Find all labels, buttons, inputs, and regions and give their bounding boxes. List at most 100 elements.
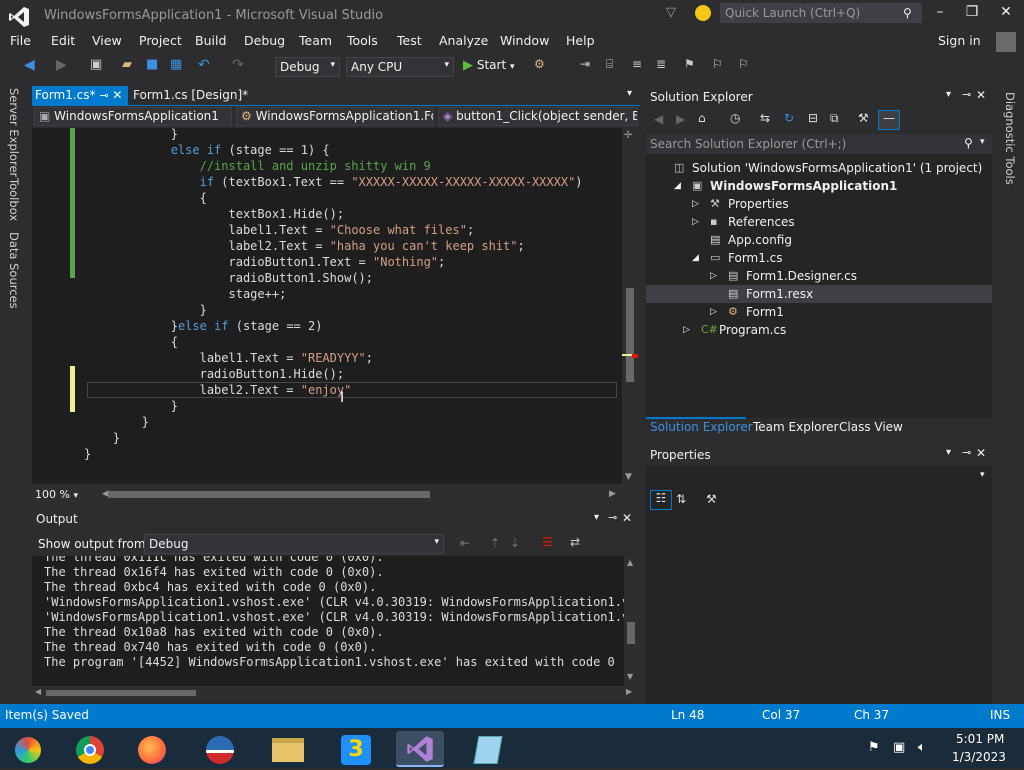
- solution-tree-item[interactable]: ◢ ▣ WindowsFormsApplication1: [646, 177, 992, 195]
- action-center-flag-icon[interactable]: ⚑: [868, 740, 880, 755]
- clear-all-icon[interactable]: ☰: [542, 535, 553, 549]
- volume-icon[interactable]: 🔈︎: [918, 740, 926, 755]
- close-tab-icon[interactable]: ✕: [112, 88, 122, 102]
- menu-test[interactable]: Test: [397, 33, 422, 48]
- expand-icon[interactable]: ▷: [710, 267, 717, 285]
- solution-tree-item[interactable]: ▤ App.config: [646, 231, 992, 249]
- step-into-icon[interactable]: ⇥: [580, 57, 600, 77]
- new-project-icon[interactable]: ▣: [90, 57, 110, 77]
- diagnostic-tools-tab[interactable]: Diagnostic Tools: [1003, 92, 1017, 185]
- restore-button[interactable]: ❐: [960, 4, 984, 26]
- user-avatar-icon[interactable]: [996, 32, 1016, 52]
- menu-window[interactable]: Window: [500, 33, 549, 48]
- sign-in-link[interactable]: Sign in: [938, 33, 981, 48]
- object-selector-dropdown[interactable]: ▾: [646, 468, 992, 486]
- editor-horizontal-scrollbar[interactable]: 100 % ▾ ◀ ▶: [32, 486, 640, 502]
- member-dropdown[interactable]: ◈ button1_Click(object sender, E: [438, 107, 638, 126]
- tab-overflow-chevron-icon[interactable]: ▾: [627, 88, 632, 99]
- editor-vertical-scrollbar[interactable]: ✛ ▼: [622, 128, 638, 484]
- tab-form1-design[interactable]: Form1.cs [Design]*: [130, 86, 270, 106]
- obama-logo-icon[interactable]: [196, 731, 244, 767]
- undo-icon[interactable]: ↶: [198, 57, 218, 77]
- scroll-down-arrow-icon[interactable]: ▼: [625, 472, 632, 482]
- panel-menu-chevron-icon[interactable]: ▾: [946, 89, 951, 100]
- scroll-right-arrow-icon[interactable]: ▶: [626, 687, 632, 696]
- menu-build[interactable]: Build: [195, 33, 226, 48]
- menu-help[interactable]: Help: [566, 33, 595, 48]
- windows-live-icon[interactable]: [4, 731, 52, 767]
- notification-flag-icon[interactable]: ▽: [666, 5, 676, 20]
- find-message-icon[interactable]: ⇤: [460, 536, 470, 550]
- menu-debug[interactable]: Debug: [244, 33, 285, 48]
- expand-icon[interactable]: ▷: [692, 195, 699, 213]
- save-all-icon[interactable]: ▦: [170, 57, 190, 77]
- back-icon[interactable]: ◀: [654, 112, 663, 126]
- network-icon[interactable]: ▣: [893, 740, 905, 755]
- visual-studio-icon[interactable]: [396, 731, 444, 767]
- output-scrollbar-thumb[interactable]: [627, 622, 635, 644]
- property-pages-wrench-icon[interactable]: ⚒: [706, 492, 717, 506]
- menu-edit[interactable]: Edit: [51, 33, 75, 48]
- sync-with-document-icon[interactable]: ⇆: [760, 111, 770, 125]
- scroll-down-arrow-icon[interactable]: ▼: [627, 672, 633, 681]
- solution-tree-item[interactable]: ◫ Solution 'WindowsFormsApplication1' (1 …: [646, 159, 992, 177]
- pin-icon[interactable]: ⊸: [99, 89, 108, 102]
- project-dropdown[interactable]: ▣ WindowsFormsApplication1: [34, 107, 232, 126]
- clock-time[interactable]: 5:01 PM: [956, 732, 1004, 746]
- feedback-smiley-icon[interactable]: [695, 5, 711, 21]
- comment-lines-icon[interactable]: ≡: [632, 57, 652, 77]
- home-icon[interactable]: ⌂: [698, 111, 706, 125]
- scroll-right-arrow-icon[interactable]: ▶: [609, 489, 616, 499]
- close-panel-icon[interactable]: ✕: [976, 88, 986, 102]
- tab-form1-cs[interactable]: Form1.cs* ⊸ ✕: [32, 86, 128, 106]
- solution-platform-dropdown[interactable]: Any CPU ▾: [346, 57, 454, 77]
- scrollbar-thumb[interactable]: [626, 288, 634, 382]
- chrome-icon[interactable]: [66, 731, 114, 767]
- start-debugging-button[interactable]: ▶ Start ▾: [463, 58, 528, 78]
- output-horizontal-scrollbar[interactable]: ◀ ▶: [32, 686, 638, 700]
- menu-team[interactable]: Team: [299, 33, 332, 48]
- close-button[interactable]: ✕: [994, 4, 1018, 26]
- preview-selected-items-icon[interactable]: —: [878, 110, 900, 130]
- open-file-icon[interactable]: ▰: [122, 57, 142, 77]
- pending-changes-filter-icon[interactable]: ◷: [730, 111, 740, 125]
- clock-date[interactable]: 1/3/2023: [952, 750, 1006, 764]
- solution-tree-item[interactable]: ◢ ▭ Form1.cs: [646, 249, 992, 267]
- pin-icon[interactable]: ⊸: [962, 88, 971, 101]
- uncomment-lines-icon[interactable]: ≣: [656, 57, 676, 77]
- output-hscrollbar-thumb[interactable]: [46, 690, 196, 696]
- toolbox-tab[interactable]: Toolbox: [7, 178, 21, 221]
- next-bookmark-icon[interactable]: ⚐: [738, 57, 758, 77]
- navigate-forward-icon[interactable]: ▶: [56, 57, 76, 77]
- chevron-down-icon[interactable]: ▾: [980, 137, 985, 147]
- next-message-icon[interactable]: ⇣: [510, 536, 520, 550]
- prev-bookmark-icon[interactable]: ⚐: [712, 57, 732, 77]
- redo-icon[interactable]: ↷: [232, 57, 252, 77]
- navigate-back-icon[interactable]: ◀: [24, 57, 44, 77]
- save-icon[interactable]: ■: [146, 57, 166, 77]
- alphabetical-icon[interactable]: ⇅: [676, 492, 686, 506]
- solution-tree-item[interactable]: ▷ ▪ References: [646, 213, 992, 231]
- collapse-icon[interactable]: ◢: [692, 249, 699, 267]
- output-vertical-scrollbar[interactable]: ▲ ▼: [624, 556, 638, 686]
- scroll-up-arrow-icon[interactable]: ▲: [627, 558, 633, 567]
- solution-tree-item[interactable]: ▷ ⚒ Properties: [646, 195, 992, 213]
- windows-3-icon[interactable]: 3: [332, 731, 380, 767]
- properties-wrench-icon[interactable]: ⚒: [858, 111, 869, 125]
- refresh-icon[interactable]: ↻: [784, 111, 794, 125]
- server-explorer-tab[interactable]: Server Explorer: [7, 88, 21, 177]
- split-editor-icon[interactable]: ✛: [624, 130, 632, 141]
- close-panel-icon[interactable]: ✕: [622, 511, 632, 525]
- panel-menu-chevron-icon[interactable]: ▾: [946, 447, 951, 458]
- minimize-button[interactable]: –: [928, 4, 952, 26]
- panel-menu-chevron-icon[interactable]: ▾: [594, 512, 599, 523]
- show-all-files-icon[interactable]: ⧉: [830, 111, 839, 126]
- tab-class-view[interactable]: Class View: [839, 420, 903, 434]
- tab-solution-explorer[interactable]: Solution Explorer: [650, 420, 753, 434]
- menu-view[interactable]: View: [92, 33, 122, 48]
- menu-tools[interactable]: Tools: [347, 33, 378, 48]
- expand-icon[interactable]: ▷: [692, 213, 699, 231]
- scroll-left-arrow-icon[interactable]: ◀: [35, 687, 41, 696]
- output-text-area[interactable]: The thread 0x111c has exited with code 0…: [32, 556, 624, 686]
- solution-configuration-dropdown[interactable]: Debug ▾: [275, 57, 340, 77]
